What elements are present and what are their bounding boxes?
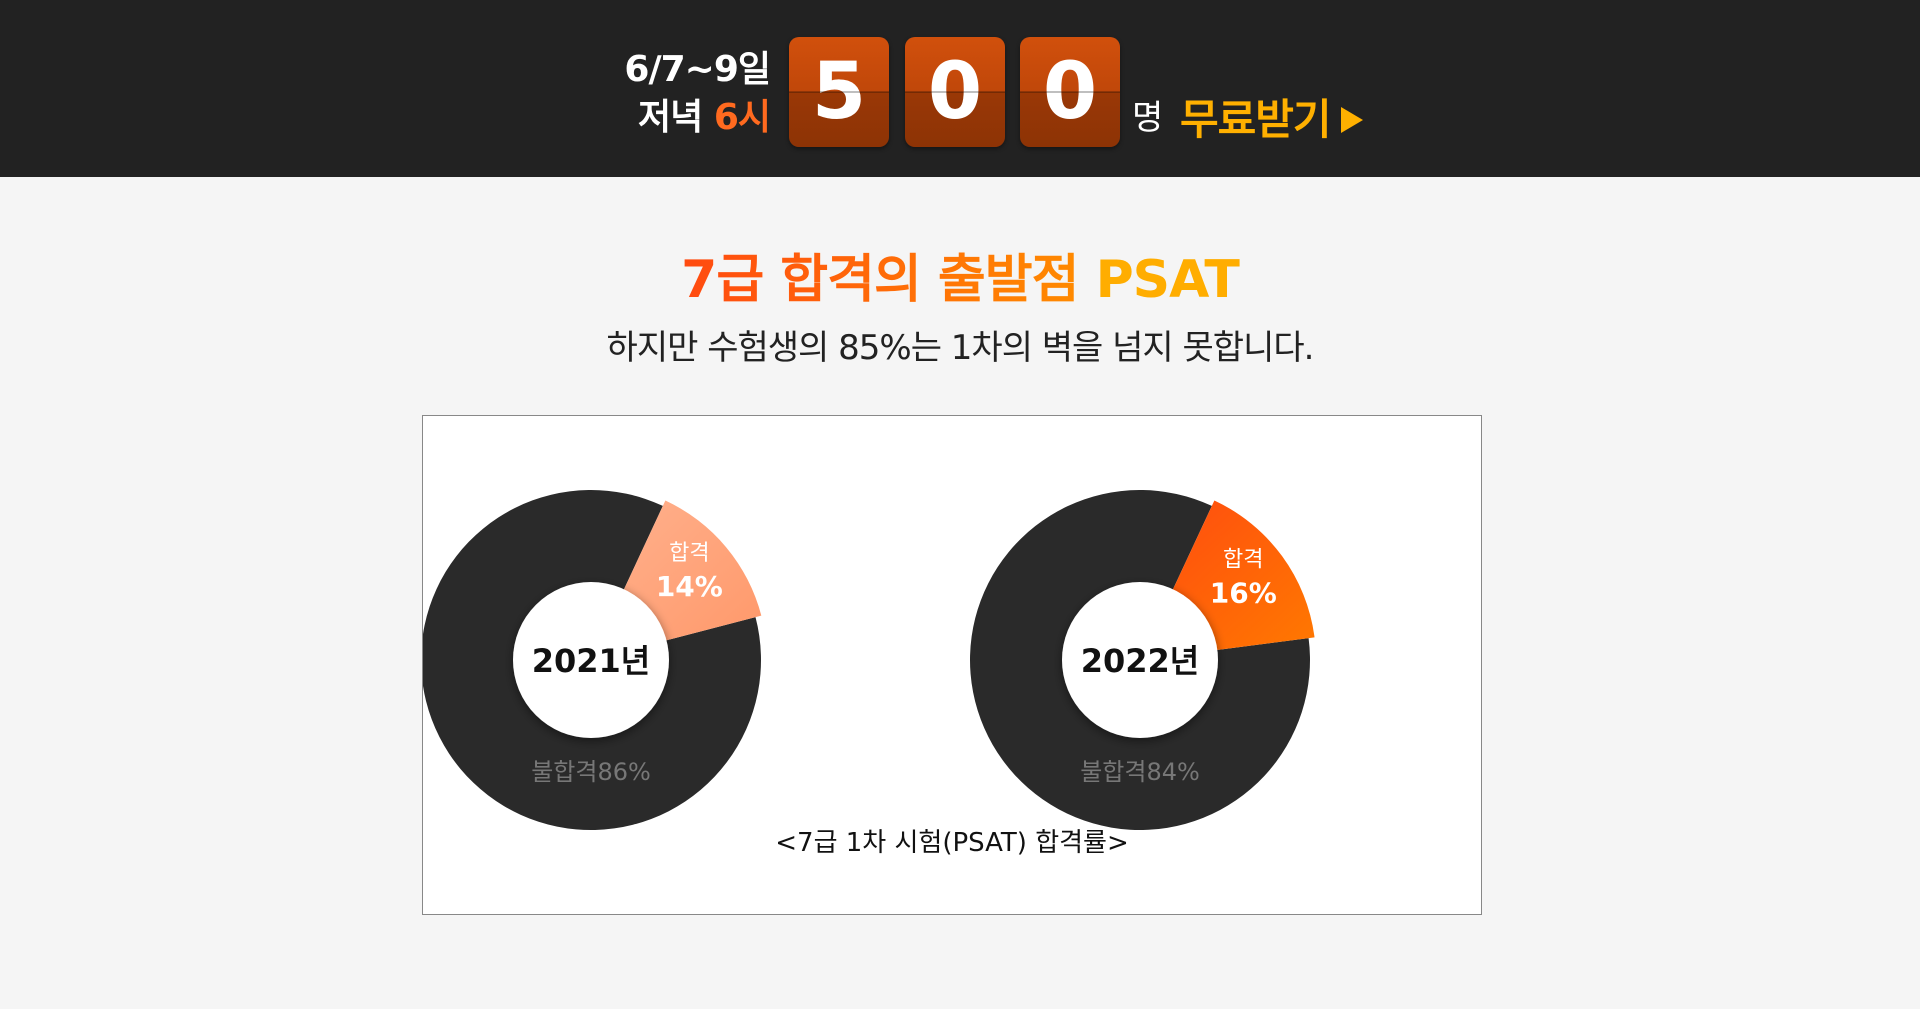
chart-caption: <7급 1차 시험(PSAT) 합격률> [775, 828, 1129, 858]
fail-label-2: 불합격84% [1080, 758, 1200, 786]
page-subtitle: 하지만 수험생의 85%는 1차의 벽을 넘지 못합니다. [606, 328, 1315, 368]
counter-digit-3: 0 [1020, 37, 1120, 147]
promo-time-prefix: 저녁 [638, 97, 714, 138]
pass-label-2: 합격 [1223, 547, 1263, 572]
promo-time-highlight: 6시 [713, 97, 771, 138]
promo-banner: 6/7~9일 저녁 6시 5 0 0 명 무료받기 [0, 0, 1920, 177]
pass-value-1: 14% [656, 570, 723, 603]
pass-label-1: 합격 [669, 541, 709, 566]
page-title-psat: PSAT [1095, 250, 1240, 310]
promo-time-line: 저녁 6시 [610, 94, 771, 142]
fail-label-1: 불합격86% [531, 758, 651, 786]
free-download-label: 무료받기 [1180, 95, 1332, 144]
free-download-button[interactable]: 무료받기 [1180, 96, 1363, 144]
counter-unit: 명 [1132, 98, 1164, 138]
promo-date-line: 6/7~9일 [624, 49, 771, 90]
page-title-main: 7급 합격의 출발점 [681, 250, 1079, 310]
pass-rate-chart-box: 2021년 합격 14% 불합격86% 2022년 합격 16% 불합격84% <7급 1차 … [422, 415, 1482, 915]
counter-digit-1: 5 [789, 37, 889, 147]
pass-value-2: 16% [1210, 576, 1277, 609]
center-label-2: 2022년 [1081, 642, 1200, 680]
counter-digit-2: 0 [905, 37, 1005, 147]
promo-date: 6/7~9일 저녁 6시 [610, 46, 771, 142]
center-label-1: 2021년 [532, 642, 651, 680]
play-triangle-icon [1340, 107, 1363, 133]
page-title: 7급 합격의 출발점 PSAT [0, 250, 1920, 310]
